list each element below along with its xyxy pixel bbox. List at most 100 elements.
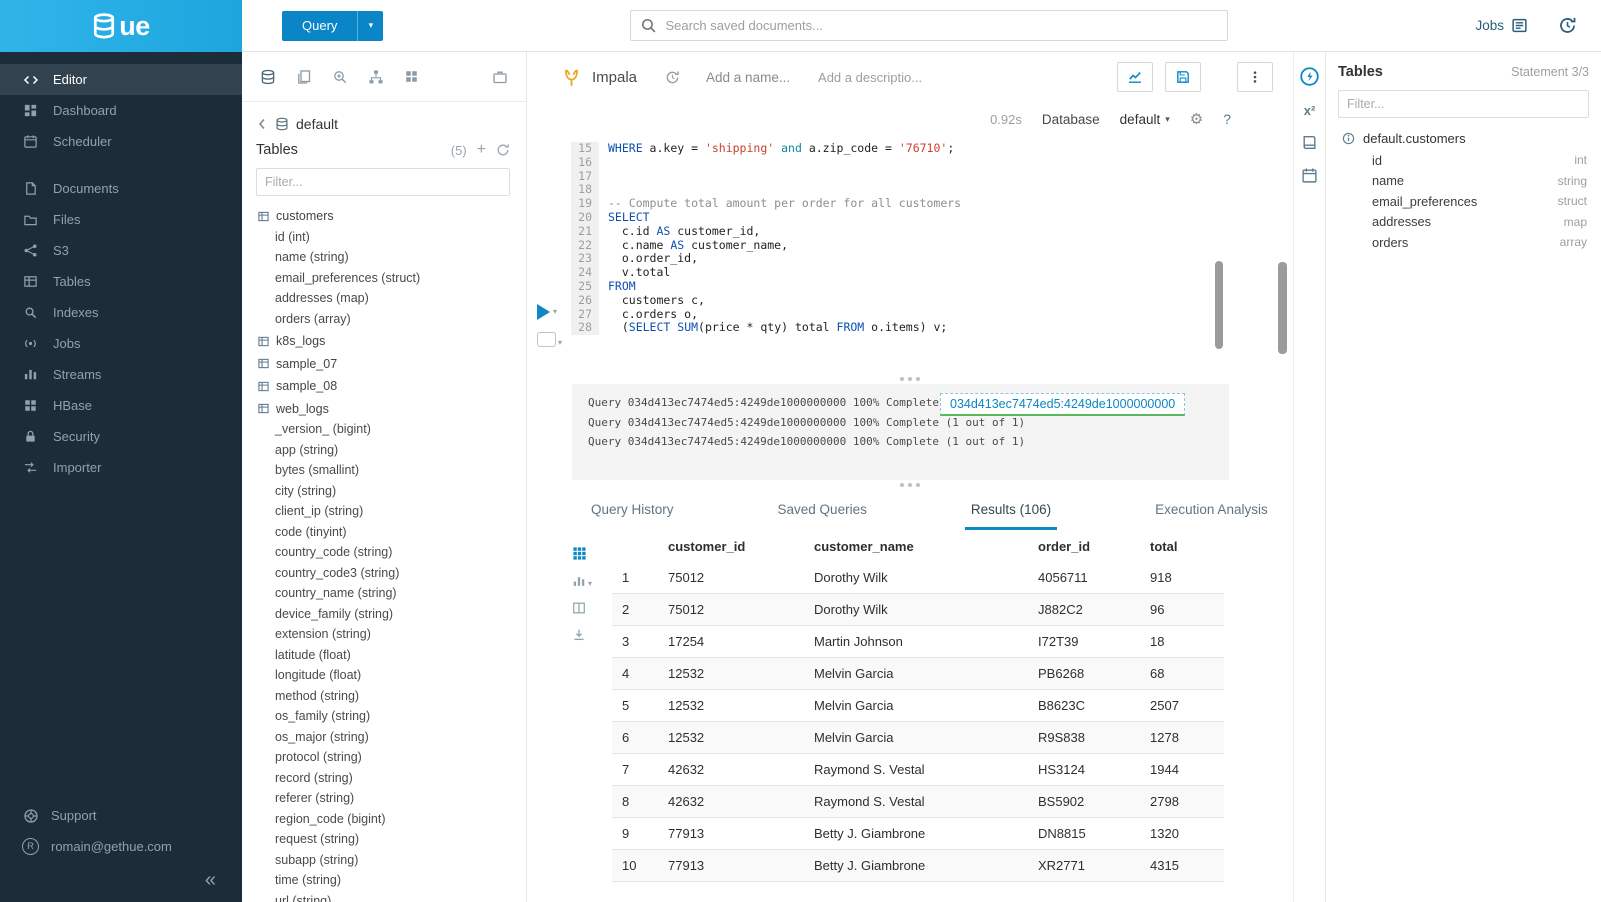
results-column-header[interactable]: order_id	[1028, 530, 1140, 562]
code-line[interactable]: 23 o.order_id,	[571, 252, 1293, 266]
tree-item[interactable]: app (string)	[256, 440, 510, 461]
right-filter-input[interactable]	[1338, 90, 1589, 118]
query-button[interactable]: Query	[282, 11, 357, 41]
sidebar-item-hbase[interactable]: HBase	[0, 390, 242, 421]
tree-item[interactable]: url (string)	[256, 891, 510, 902]
column-item[interactable]: orders array	[1338, 232, 1589, 253]
code-line[interactable]: 18	[571, 183, 1293, 197]
sql-editor[interactable]: 15WHERE a.key = 'shipping' and a.zip_cod…	[527, 136, 1293, 374]
tree-item[interactable]: country_name (string)	[256, 583, 510, 604]
databases-source-icon[interactable]	[260, 69, 276, 85]
query-dropdown-button[interactable]	[357, 11, 383, 41]
results-column-header[interactable]: total	[1140, 530, 1224, 562]
tree-item[interactable]: country_code3 (string)	[256, 563, 510, 584]
code-line[interactable]: 25FROM	[571, 280, 1293, 294]
tree-item[interactable]: web_logs	[256, 399, 510, 420]
tab-saved-queries[interactable]: Saved Queries	[772, 502, 873, 530]
tree-item[interactable]: _version_ (bigint)	[256, 419, 510, 440]
code-line[interactable]: 21 c.id AS customer_id,	[571, 225, 1293, 239]
tree-item[interactable]: code (tinyint)	[256, 522, 510, 543]
tree-item[interactable]: device_family (string)	[256, 604, 510, 625]
chart-button[interactable]	[1117, 62, 1153, 92]
query-description-input[interactable]	[818, 70, 938, 85]
active-table-item[interactable]: default.customers	[1338, 126, 1589, 150]
column-item[interactable]: id int	[1338, 150, 1589, 171]
execute-button[interactable]	[537, 304, 557, 320]
tree-item[interactable]: country_code (string)	[256, 542, 510, 563]
collapse-sidebar-button[interactable]: «	[205, 870, 216, 890]
tab-results[interactable]: Results (106)	[965, 502, 1057, 530]
sidebar-item-tables[interactable]: Tables	[0, 266, 242, 297]
search-plus-icon[interactable]	[332, 69, 348, 85]
code-line[interactable]: 22 c.name AS customer_name,	[571, 239, 1293, 253]
tree-item[interactable]: os_family (string)	[256, 706, 510, 727]
column-item[interactable]: name string	[1338, 171, 1589, 192]
settings-gear-icon[interactable]: ⚙	[1190, 112, 1203, 127]
tab-execution-analysis[interactable]: Execution Analysis	[1149, 502, 1274, 530]
tree-item[interactable]: id (int)	[256, 227, 510, 248]
info-icon[interactable]	[1342, 132, 1355, 145]
schedule-icon[interactable]	[1301, 167, 1318, 184]
sidebar-item-scheduler[interactable]: Scheduler	[0, 126, 242, 157]
query-history-icon[interactable]	[1558, 16, 1577, 35]
tree-item[interactable]: os_major (string)	[256, 727, 510, 748]
tree-item[interactable]: longitude (float)	[256, 665, 510, 686]
tree-item[interactable]: bytes (smallint)	[256, 460, 510, 481]
sidebar-item-editor[interactable]: Editor	[0, 64, 242, 95]
resize-grip-bottom[interactable]	[527, 480, 1293, 490]
tree-item[interactable]: name (string)	[256, 247, 510, 268]
tree-item[interactable]: region_code (bigint)	[256, 809, 510, 830]
tree-item[interactable]: sample_07	[256, 354, 510, 375]
sidebar-item-jobs[interactable]: Jobs	[0, 328, 242, 359]
tree-item[interactable]: client_ip (string)	[256, 501, 510, 522]
sidebar-item-indexes[interactable]: Indexes	[0, 297, 242, 328]
database-select[interactable]: default	[1120, 112, 1170, 127]
code-line[interactable]: 15WHERE a.key = 'shipping' and a.zip_cod…	[571, 142, 1293, 156]
column-item[interactable]: email_preferences struct	[1338, 191, 1589, 212]
editor-scrollbar[interactable]	[1215, 261, 1223, 349]
tree-item[interactable]: record (string)	[256, 768, 510, 789]
tables-filter-input[interactable]	[256, 168, 510, 196]
tree-item[interactable]: method (string)	[256, 686, 510, 707]
tree-item[interactable]: latitude (float)	[256, 645, 510, 666]
sidebar-item-dashboard[interactable]: Dashboard	[0, 95, 242, 126]
tree-item[interactable]: subapp (string)	[256, 850, 510, 871]
columns-view-icon[interactable]	[572, 601, 586, 615]
more-options-button[interactable]	[1237, 62, 1273, 92]
results-column-header[interactable]: customer_id	[658, 530, 804, 562]
chart-view-icon[interactable]	[572, 574, 592, 588]
sidebar-item-s3[interactable]: S3	[0, 235, 242, 266]
apps-grid-icon[interactable]	[404, 69, 419, 84]
code-line[interactable]: 16	[571, 156, 1293, 170]
results-column-header[interactable]: customer_name	[804, 530, 1028, 562]
sidebar-item-documents[interactable]: Documents	[0, 173, 242, 204]
code-line[interactable]: 17	[571, 170, 1293, 184]
language-docs-icon[interactable]	[1301, 134, 1318, 151]
tree-item[interactable]: sample_08	[256, 376, 510, 397]
code-line[interactable]: 20SELECT	[571, 211, 1293, 225]
database-breadcrumb[interactable]: default	[256, 116, 510, 132]
code-line[interactable]: 24 v.total	[571, 266, 1293, 280]
refresh-tables-icon[interactable]	[496, 143, 510, 157]
editor-menu-button[interactable]	[537, 332, 562, 347]
code-line[interactable]: 26 customers c,	[571, 294, 1293, 308]
tree-item[interactable]: customers	[256, 206, 510, 227]
jobs-link[interactable]: Jobs	[1475, 17, 1528, 34]
tree-item[interactable]: request (string)	[256, 829, 510, 850]
tree-item[interactable]: protocol (string)	[256, 747, 510, 768]
sitemap-icon[interactable]	[368, 69, 384, 85]
sidebar-item-files[interactable]: Files	[0, 204, 242, 235]
hue-logo[interactable]: ue	[0, 0, 242, 52]
column-item[interactable]: addresses map	[1338, 212, 1589, 233]
resize-grip-top[interactable]	[527, 374, 1293, 384]
support-link[interactable]: Support	[0, 800, 242, 831]
query-id-popover[interactable]: 034d413ec7474ed5:4249de1000000000	[940, 393, 1185, 416]
help-icon[interactable]: ?	[1223, 111, 1231, 127]
download-icon[interactable]	[572, 628, 586, 642]
code-line[interactable]: 28 (SELECT SUM(price * qty) total FROM o…	[571, 321, 1293, 335]
sidebar-item-streams[interactable]: Streams	[0, 359, 242, 390]
briefcase-icon[interactable]	[492, 69, 508, 85]
query-name-input[interactable]	[706, 70, 814, 85]
save-button[interactable]	[1165, 62, 1201, 92]
tree-item[interactable]: extension (string)	[256, 624, 510, 645]
